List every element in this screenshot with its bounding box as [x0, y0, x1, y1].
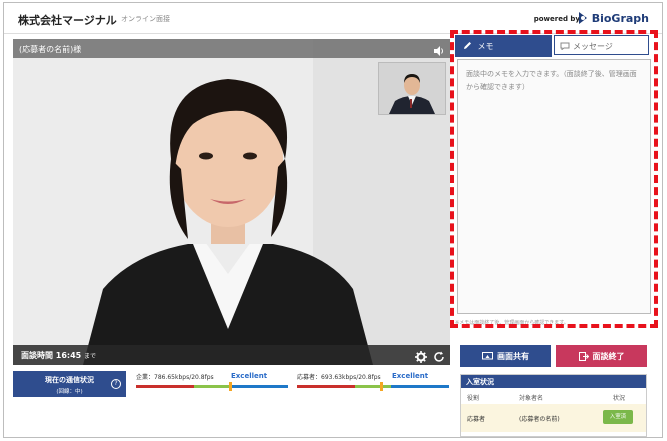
- page-subtitle: オンライン面接: [121, 15, 170, 23]
- biograph-logo: BioGraph: [577, 10, 649, 26]
- row-role: 応募者: [467, 416, 486, 423]
- connection-status-title: 現在の通信状況: [45, 376, 94, 384]
- app-frame: 株式会社マージナル オンライン面接 powered by BioGraph (応…: [3, 2, 663, 438]
- end-interview-label: 面談終了: [592, 351, 625, 361]
- entry-status-header: 役割 対象者名 状況: [461, 388, 646, 404]
- company-bandwidth-label: 企業：786.65kbps/20.8fps: [136, 374, 214, 381]
- refresh-icon[interactable]: [433, 348, 445, 365]
- video-controls: [415, 348, 445, 365]
- status-badge: 入室済: [603, 410, 633, 424]
- column-name: 対象者名: [519, 395, 544, 402]
- table-row: 応募者 (応募者の名前) 入室済: [461, 404, 646, 432]
- company-quality-label: Excellent: [231, 372, 268, 380]
- company-bandwidth-meter: 企業：786.65kbps/20.8fps Excellent: [136, 372, 291, 394]
- applicant-bandwidth-label: 応募者：693.63kbps/20.8fps: [297, 374, 381, 381]
- connection-status-button[interactable]: 現在の通信状況 (回線：中) ?: [13, 371, 126, 397]
- applicant-bandwidth-meter: 応募者：693.63kbps/20.8fps Excellent: [297, 372, 452, 394]
- applicant-quality-bar: [297, 385, 449, 388]
- main-video: (応募者の名前)様 面談時間 16:45 まで: [13, 39, 450, 365]
- gear-icon[interactable]: [415, 348, 427, 365]
- timer-value: 面談時間 16:45: [21, 351, 82, 360]
- biograph-logo-icon: [578, 12, 587, 24]
- screen-share-button[interactable]: 画面共有: [460, 345, 551, 367]
- interviewer-video-image: [379, 63, 445, 114]
- highlight-outline: [450, 30, 658, 328]
- entry-status-panel: 入室状況 役割 対象者名 状況 応募者 (応募者の名前) 入室済: [460, 374, 647, 437]
- applicant-quality-marker: [380, 382, 383, 391]
- company-quality-bar: [136, 385, 288, 388]
- company-name: 株式会社マージナル: [18, 14, 117, 27]
- column-status: 状況: [613, 395, 626, 402]
- volume-icon[interactable]: [433, 42, 445, 61]
- timer-suffix: まで: [84, 353, 97, 360]
- screen-share-icon: [482, 351, 493, 359]
- help-icon[interactable]: ?: [111, 379, 121, 389]
- exit-icon: [578, 351, 589, 361]
- end-interview-button[interactable]: 面談終了: [556, 345, 647, 367]
- entry-status-title: 入室状況: [461, 375, 646, 388]
- powered-by-label: powered by: [533, 15, 580, 23]
- connection-status-level: (回線：中): [56, 389, 83, 395]
- row-name: (応募者の名前): [519, 416, 560, 423]
- video-bottom-bar: 面談時間 16:45 まで: [13, 345, 450, 365]
- screen-share-label: 画面共有: [497, 351, 529, 361]
- applicant-name-label: (応募者の名前)様: [19, 45, 82, 54]
- column-role: 役割: [467, 395, 480, 402]
- interview-timer: 面談時間 16:45 まで: [21, 350, 96, 361]
- video-top-bar: (応募者の名前)様: [13, 39, 450, 58]
- self-view-thumbnail: [378, 62, 446, 115]
- logo-text: BioGraph: [591, 11, 649, 25]
- applicant-quality-label: Excellent: [392, 372, 429, 380]
- company-quality-marker: [229, 382, 232, 391]
